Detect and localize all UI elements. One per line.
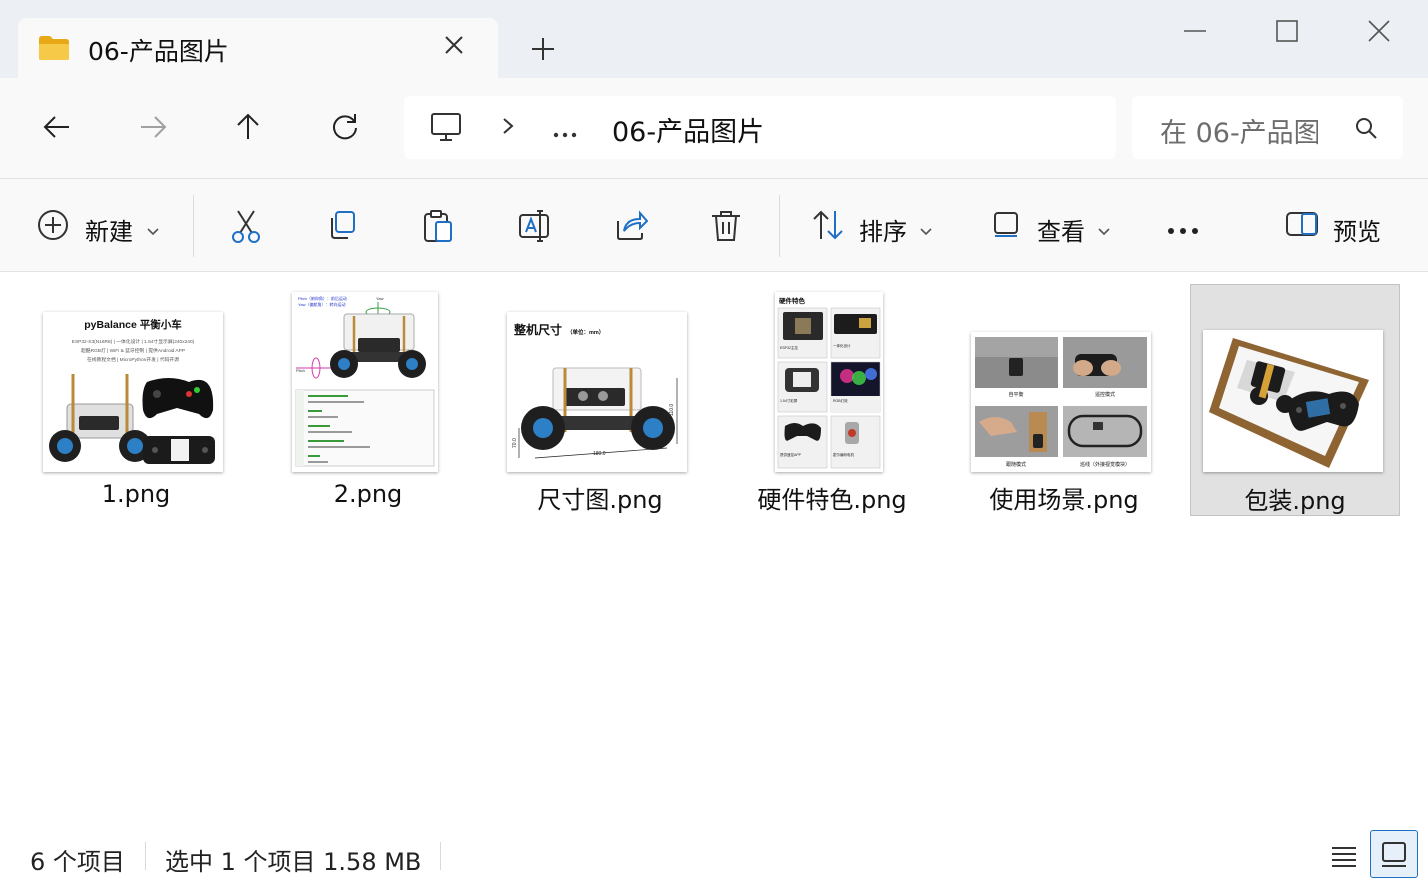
copy-icon[interactable]: [326, 209, 358, 245]
item-count: 6 个项目: [30, 848, 125, 876]
svg-text:自平衡: 自平衡: [1008, 391, 1023, 398]
svg-text:硬件特色: 硬件特色: [779, 296, 806, 305]
chevron-right-icon[interactable]: [498, 116, 518, 140]
maximize-icon[interactable]: [1274, 18, 1300, 48]
file-thumbnail: 硬件特色 ESP32主控 一体化设计 1.54寸彩屏 RGB灯效 提供遥控APP…: [775, 292, 883, 472]
svg-text:遥控模式: 遥控模式: [1095, 391, 1115, 398]
preview-pane-icon[interactable]: [1285, 209, 1319, 243]
file-thumbnail: Pitch（俯仰角）：前后运动 Yaw（偏航角）：转向运动 Yaw Pitch: [292, 292, 438, 472]
sort-icon[interactable]: [811, 209, 845, 245]
refresh-icon[interactable]: [330, 112, 360, 146]
large-icons-view-button[interactable]: [1370, 830, 1418, 878]
file-name[interactable]: 1.png: [31, 480, 241, 508]
toolbar-divider: [193, 195, 194, 257]
svg-text:RGB灯效: RGB灯效: [833, 398, 848, 403]
delete-icon[interactable]: [710, 209, 742, 247]
svg-text:Pitch（俯仰角）：前后运动: Pitch（俯仰角）：前后运动: [298, 295, 347, 301]
tab-title: 06-产品图片: [88, 37, 229, 66]
folder-icon: [38, 35, 70, 65]
tab-active[interactable]: 06-产品图片: [18, 18, 498, 78]
up-arrow-icon[interactable]: [233, 112, 263, 146]
file-thumbnail: 自平衡 遥控模式 跟随模式 巡线（外接视觉模块）: [971, 332, 1151, 472]
this-pc-icon[interactable]: [430, 111, 462, 147]
address-path[interactable]: 06-产品图片: [612, 110, 764, 149]
add-circle-icon[interactable]: [37, 209, 69, 245]
svg-text:70.0: 70.0: [512, 438, 518, 448]
view-icon[interactable]: [992, 209, 1022, 243]
file-thumbnail: 整机尺寸 （单位：mm） 180.0 110.0 70.0: [507, 312, 687, 472]
close-tab-icon[interactable]: [443, 34, 465, 60]
toolbar-divider: [779, 195, 780, 257]
search-box[interactable]: 在 06-产品图片 中搜索: [1132, 96, 1403, 159]
status-divider: [145, 842, 146, 870]
rename-icon[interactable]: [518, 209, 552, 247]
file-thumbnail: pyBalance 平衡小车 ESP32-S3(N16R8) | 一体化设计 |…: [43, 312, 223, 472]
svg-text:整机尺寸: 整机尺寸: [513, 322, 562, 337]
thumb-title: pyBalance 平衡小车: [84, 318, 182, 331]
chevron-down-icon[interactable]: [919, 222, 933, 241]
file-name[interactable]: 2.png: [263, 480, 473, 508]
new-tab-button[interactable]: [528, 34, 558, 68]
svg-text:提供遥控APP: 提供遥控APP: [780, 452, 802, 457]
search-icon[interactable]: [1354, 116, 1378, 144]
svg-text:（单位：mm）: （单位：mm）: [567, 328, 604, 336]
address-bar[interactable]: 06-产品图片: [404, 96, 1116, 159]
details-view-button[interactable]: [1320, 830, 1368, 878]
file-item[interactable]: 硬件特色 ESP32主控 一体化设计 1.54寸彩屏 RGB灯效 提供遥控APP…: [727, 284, 937, 516]
command-bar: 新建 排序 查看 预览: [0, 178, 1428, 272]
chevron-down-icon[interactable]: [146, 222, 160, 241]
file-item-selected[interactable]: 包装.png: [1190, 284, 1400, 516]
preview-button[interactable]: 预览: [1333, 212, 1381, 247]
file-name[interactable]: 硬件特色.png: [727, 480, 937, 515]
svg-text:在线教程文档 | MicroPython开发 | 代码开源: 在线教程文档 | MicroPython开发 | 代码开源: [87, 356, 179, 363]
more-icon[interactable]: [1166, 221, 1200, 240]
back-arrow-icon[interactable]: [42, 112, 72, 146]
minimize-icon[interactable]: [1182, 18, 1208, 48]
svg-text:跟随模式: 跟随模式: [1006, 461, 1026, 468]
file-view: pyBalance 平衡小车 ESP32-S3(N16R8) | 一体化设计 |…: [0, 272, 1428, 828]
svg-text:ESP32主控: ESP32主控: [780, 345, 798, 350]
svg-text:1.54寸彩屏: 1.54寸彩屏: [780, 398, 798, 403]
file-item[interactable]: 自平衡 遥控模式 跟随模式 巡线（外接视觉模块） 使用场景.png: [959, 284, 1169, 516]
svg-text:超酷RGB灯 | WiFi & 蓝牙控制 | 提供Andro: 超酷RGB灯 | WiFi & 蓝牙控制 | 提供Android APP: [81, 347, 185, 354]
view-button[interactable]: 查看: [1037, 212, 1085, 247]
cut-icon[interactable]: [230, 209, 262, 247]
file-name[interactable]: 使用场景.png: [959, 480, 1169, 515]
title-bar: 06-产品图片: [0, 0, 1428, 78]
forward-arrow-icon[interactable]: [138, 112, 168, 146]
status-divider: [440, 842, 441, 870]
status-bar: 6 个项目 选中 1 个项目 1.58 MB: [0, 828, 1428, 882]
details-view-icon: [1332, 847, 1356, 867]
svg-text:一体化设计: 一体化设计: [833, 343, 851, 348]
more-path-icon[interactable]: [552, 124, 578, 143]
large-icons-view-icon: [1382, 842, 1406, 867]
search-input[interactable]: 在 06-产品图片 中搜索: [1160, 111, 1318, 150]
svg-text:Yaw: Yaw: [376, 296, 384, 301]
selection-info: 选中 1 个项目 1.58 MB: [165, 848, 422, 876]
svg-text:180.0: 180.0: [593, 451, 606, 457]
file-name[interactable]: 包装.png: [1191, 481, 1399, 516]
svg-text:110.0: 110.0: [669, 404, 675, 416]
chevron-down-icon[interactable]: [1097, 222, 1111, 241]
svg-text:巡线（外接视觉模块）: 巡线（外接视觉模块）: [1080, 461, 1130, 468]
file-item[interactable]: pyBalance 平衡小车 ESP32-S3(N16R8) | 一体化设计 |…: [31, 284, 241, 516]
file-thumbnail: [1203, 330, 1383, 472]
file-name[interactable]: 尺寸图.png: [495, 480, 705, 515]
svg-text:霍尔编码电机: 霍尔编码电机: [833, 452, 854, 457]
svg-text:Pitch: Pitch: [296, 368, 305, 373]
close-window-icon[interactable]: [1366, 18, 1392, 48]
sort-button[interactable]: 排序: [859, 212, 907, 247]
file-item[interactable]: 整机尺寸 （单位：mm） 180.0 110.0 70.0 尺寸图.png: [495, 284, 705, 516]
navigation-bar: 06-产品图片 在 06-产品图片 中搜索: [0, 78, 1428, 178]
svg-text:Yaw（偏航角）：转向运动: Yaw（偏航角）：转向运动: [298, 301, 345, 307]
paste-icon[interactable]: [422, 209, 454, 247]
file-item[interactable]: Pitch（俯仰角）：前后运动 Yaw（偏航角）：转向运动 Yaw Pitch: [263, 284, 473, 516]
share-icon[interactable]: [614, 209, 649, 245]
new-button[interactable]: 新建: [85, 212, 133, 247]
svg-text:ESP32-S3(N16R8) | 一体化设计 | 1.54: ESP32-S3(N16R8) | 一体化设计 | 1.54寸显示屏(240x2…: [72, 338, 195, 345]
